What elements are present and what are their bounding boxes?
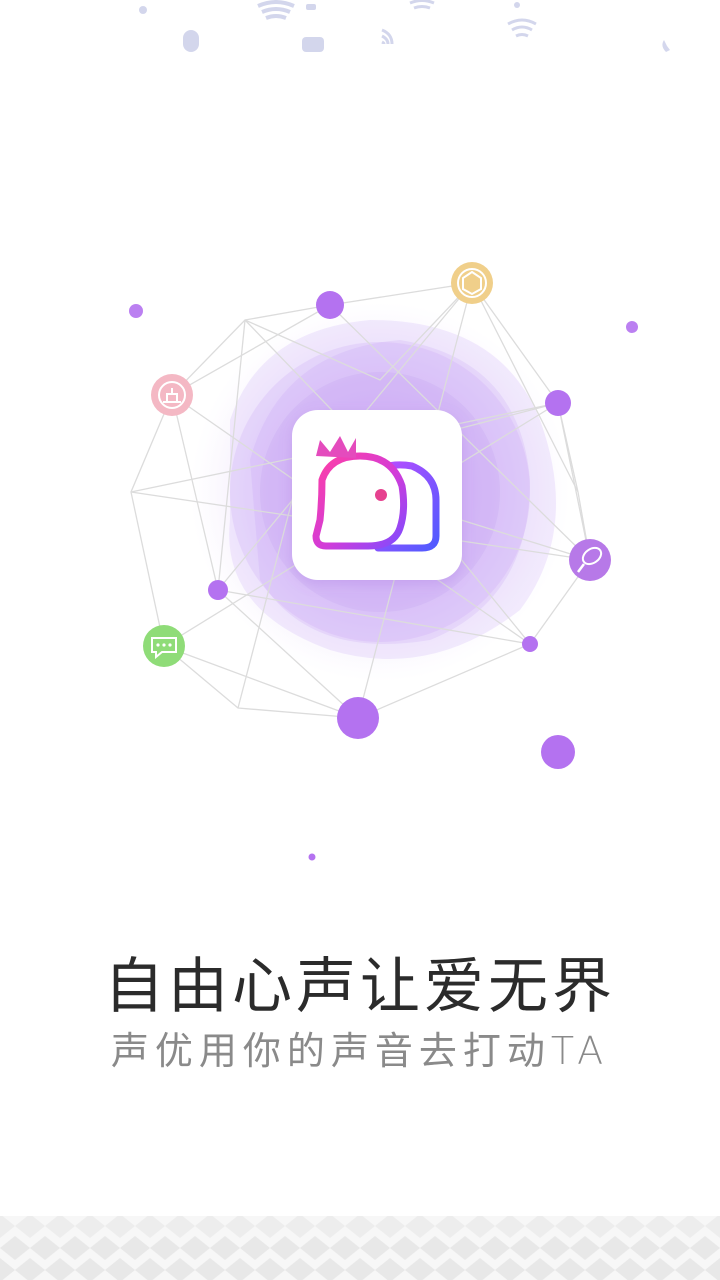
chat-icon xyxy=(302,37,324,52)
wifi-icon xyxy=(409,0,435,10)
medium-node xyxy=(545,390,571,416)
medium-node xyxy=(316,291,344,319)
medium-node xyxy=(541,735,575,769)
microphone-node-icon xyxy=(569,539,611,581)
hexagon-node-icon xyxy=(451,262,493,304)
wifi-icon xyxy=(257,0,295,20)
wifi-icon xyxy=(507,18,537,38)
small-node xyxy=(522,636,538,652)
podium-node-icon xyxy=(151,374,193,416)
chat-node-icon xyxy=(143,625,185,667)
headline-text: 自由心声让爱无界 xyxy=(104,952,616,1022)
tiny-node xyxy=(308,853,316,861)
network-illustration xyxy=(129,0,670,861)
splash-screen: 自由心声让爱无界 声优用你的声音去打动TA xyxy=(0,0,720,1280)
large-node xyxy=(337,697,379,739)
small-node xyxy=(208,580,228,600)
signal-icon xyxy=(381,28,394,45)
eye-icon xyxy=(375,489,387,501)
tagline-text: 声优用你的声音去打动TA xyxy=(110,1029,610,1073)
footer-pattern xyxy=(0,1216,720,1280)
phone-icon xyxy=(662,40,670,52)
dot-icon xyxy=(139,6,147,14)
small-node xyxy=(129,304,143,318)
decorative-top-icons xyxy=(139,0,670,52)
small-node xyxy=(626,321,638,333)
dot-icon xyxy=(514,2,520,8)
microphone-icon xyxy=(183,30,199,52)
dot-icon xyxy=(306,4,316,10)
